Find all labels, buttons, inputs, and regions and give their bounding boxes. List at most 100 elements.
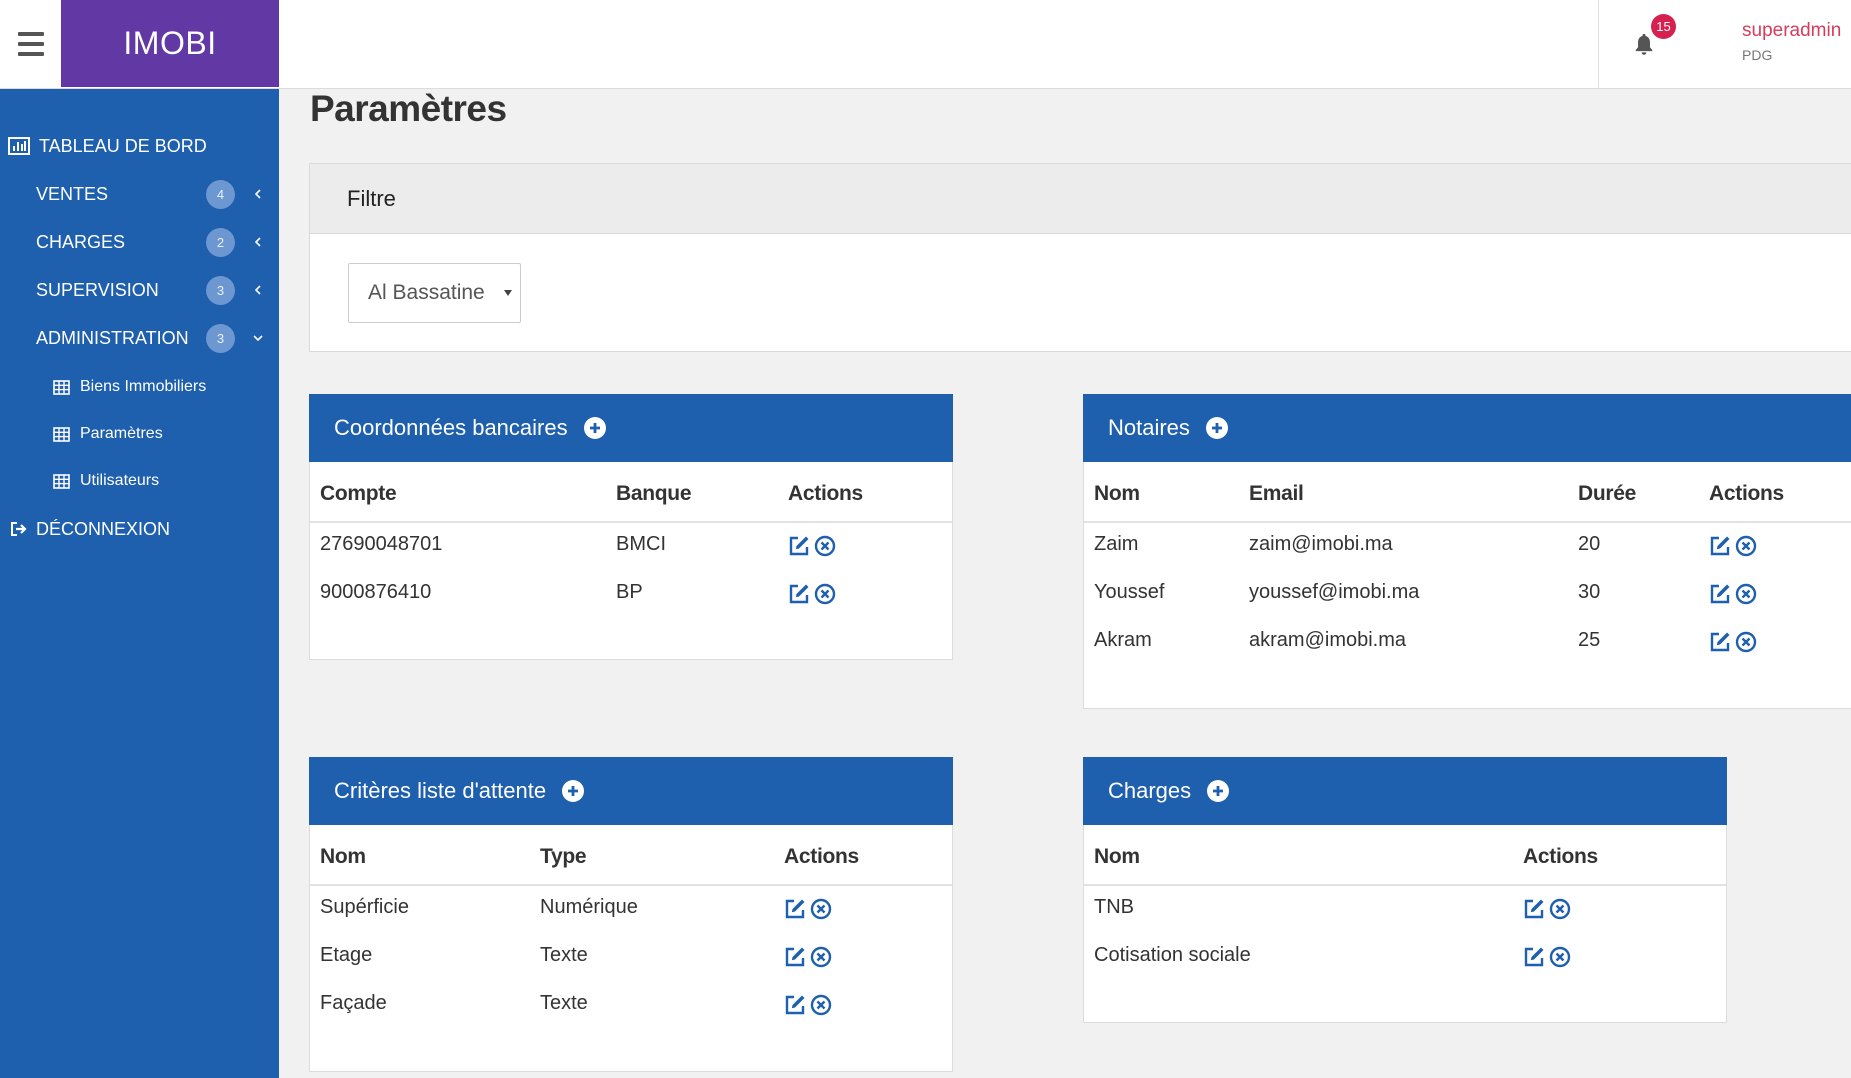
cell-nom: Façade xyxy=(320,992,387,1014)
user-area: 15 superadmin PDG xyxy=(1598,0,1851,88)
edit-icon[interactable] xyxy=(784,946,806,968)
cell-type: Texte xyxy=(540,992,588,1014)
delete-icon[interactable] xyxy=(1549,946,1571,968)
sidebar-item-label: TABLEAU DE BORD xyxy=(39,135,207,156)
column-header: Actions xyxy=(788,482,863,505)
column-header[interactable]: Type xyxy=(540,845,587,869)
project-select[interactable]: Al Bassatine xyxy=(348,263,521,323)
notaries-card: Notaires Nom Email Durée Actions Zaim za… xyxy=(1083,394,1851,709)
add-notary-button[interactable] xyxy=(1205,417,1228,439)
brand-logo[interactable]: IMOBI xyxy=(61,0,279,87)
chevron-left-icon xyxy=(254,189,261,199)
bell-icon[interactable] xyxy=(1633,32,1655,56)
user-role: PDG xyxy=(1742,47,1773,63)
sidebar-subitem-label: Paramètres xyxy=(80,425,163,442)
cell-banque: BMCI xyxy=(616,533,666,555)
column-header[interactable]: Banque xyxy=(616,482,692,506)
cell-nom: Zaim xyxy=(1094,533,1139,555)
delete-icon[interactable] xyxy=(810,946,832,968)
delete-icon[interactable] xyxy=(1549,898,1571,920)
caret-down-icon xyxy=(504,290,512,296)
sidebar-item-tableau-de-bord[interactable]: TABLEAU DE BORD xyxy=(0,126,279,166)
chevron-left-icon xyxy=(254,237,261,247)
card-header: Critères liste d'attente xyxy=(309,757,953,825)
edit-icon[interactable] xyxy=(1709,583,1731,605)
sidebar-subitem-parametres[interactable]: Paramètres xyxy=(0,416,279,452)
card-title: Coordonnées bancaires xyxy=(334,415,568,440)
sidebar-item-administration[interactable]: ADMINISTRATION 3 xyxy=(0,318,279,358)
add-criteria-button[interactable] xyxy=(562,780,585,802)
delete-icon[interactable] xyxy=(810,994,832,1016)
table-icon xyxy=(53,426,70,442)
sidebar-item-label: ADMINISTRATION xyxy=(36,327,189,348)
sign-out-icon xyxy=(11,522,27,536)
cell-compte: 9000876410 xyxy=(320,581,432,603)
header-divider xyxy=(1084,521,1851,523)
filter-panel: Filtre Al Bassatine xyxy=(309,163,1851,352)
edit-icon[interactable] xyxy=(1523,898,1545,920)
cell-type: Texte xyxy=(540,944,588,966)
sidebar-item-label: DÉCONNEXION xyxy=(36,518,171,539)
bar-chart-icon xyxy=(8,137,30,155)
count-badge: 3 xyxy=(206,275,235,305)
sidebar-subitem-biens-immobiliers[interactable]: Biens Immobiliers xyxy=(0,369,279,405)
delete-icon[interactable] xyxy=(1735,631,1757,653)
column-header[interactable]: Compte xyxy=(320,482,397,506)
top-bar: IMOBI 15 superadmin PDG xyxy=(0,0,1851,89)
card-title: Critères liste d'attente xyxy=(334,778,547,803)
hamburger-icon xyxy=(17,29,44,59)
header-divider xyxy=(1084,884,1726,886)
column-header[interactable]: Nom xyxy=(1094,482,1140,506)
card-title: Charges xyxy=(1108,778,1192,803)
column-header: Actions xyxy=(784,845,859,868)
sidebar-item-deconnexion[interactable]: DÉCONNEXION xyxy=(0,509,279,549)
cell-duree: 25 xyxy=(1578,629,1601,651)
edit-icon[interactable] xyxy=(784,898,806,920)
cell-email: youssef@imobi.ma xyxy=(1249,581,1420,603)
charges-card: Charges Nom Actions TNB Cotisation socia… xyxy=(1083,757,1727,1023)
column-header[interactable]: Nom xyxy=(320,845,366,869)
edit-icon[interactable] xyxy=(788,583,810,605)
sidebar-item-ventes[interactable]: VENTES 4 xyxy=(0,174,279,214)
delete-icon[interactable] xyxy=(1735,583,1757,605)
user-name[interactable]: superadmin xyxy=(1742,20,1841,42)
edit-icon[interactable] xyxy=(1709,535,1731,557)
sidebar-item-charges[interactable]: CHARGES 2 xyxy=(0,222,279,262)
cell-nom: Akram xyxy=(1094,629,1152,651)
waitlist-criteria-card: Critères liste d'attente Nom Type Action… xyxy=(309,757,953,1072)
delete-icon[interactable] xyxy=(814,583,836,605)
delete-icon[interactable] xyxy=(814,535,836,557)
cell-duree: 20 xyxy=(1578,533,1601,555)
count-badge: 3 xyxy=(206,323,235,353)
count-badge: 2 xyxy=(206,227,235,257)
edit-icon[interactable] xyxy=(784,994,806,1016)
bank-details-card: Coordonnées bancaires Compte Banque Acti… xyxy=(309,394,953,660)
sidebar-item-supervision[interactable]: SUPERVISION 3 xyxy=(0,270,279,310)
cell-nom: Etage xyxy=(320,944,373,966)
cell-email: zaim@imobi.ma xyxy=(1249,533,1393,555)
add-bank-account-button[interactable] xyxy=(583,417,606,439)
edit-icon[interactable] xyxy=(1523,946,1545,968)
filter-title: Filtre xyxy=(310,164,1851,234)
cell-banque: BP xyxy=(616,581,643,603)
sidebar-item-label: CHARGES xyxy=(36,231,126,252)
sidebar-subitem-utilisateurs[interactable]: Utilisateurs xyxy=(0,463,279,499)
header-divider xyxy=(310,884,952,886)
edit-icon[interactable] xyxy=(788,535,810,557)
sidebar-subitem-label: Biens Immobiliers xyxy=(80,378,207,395)
cell-nom: Cotisation sociale xyxy=(1094,944,1251,966)
delete-icon[interactable] xyxy=(810,898,832,920)
delete-icon[interactable] xyxy=(1735,535,1757,557)
header-divider xyxy=(310,521,952,523)
column-header[interactable]: Email xyxy=(1249,482,1304,506)
column-header: Actions xyxy=(1523,845,1598,868)
column-header[interactable]: Durée xyxy=(1578,482,1636,506)
edit-icon[interactable] xyxy=(1709,631,1731,653)
column-header[interactable]: Nom xyxy=(1094,845,1140,869)
count-badge: 4 xyxy=(206,179,235,209)
sidebar: TABLEAU DE BORD VENTES 4 CHARGES 2 SUPER… xyxy=(0,89,279,1078)
menu-toggle-button[interactable] xyxy=(0,0,61,87)
cell-duree: 30 xyxy=(1578,581,1601,603)
card-header: Notaires xyxy=(1083,394,1851,462)
add-charge-button[interactable] xyxy=(1207,780,1230,802)
